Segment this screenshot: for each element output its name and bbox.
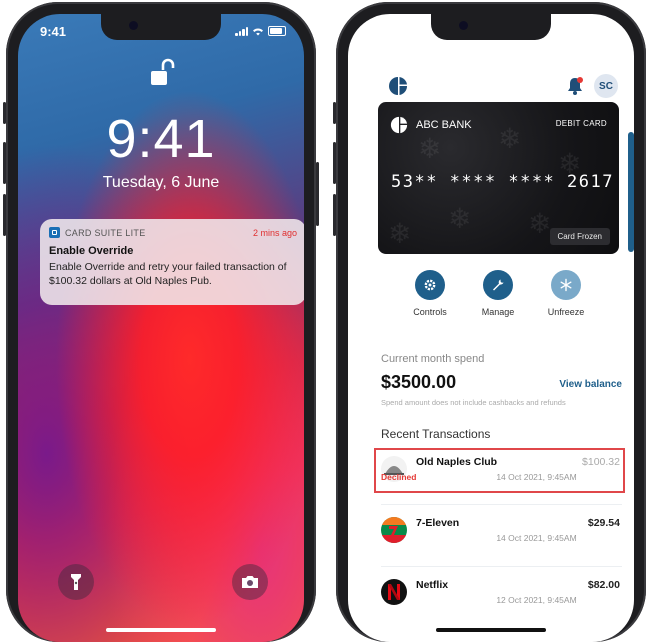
transaction-merchant: Netflix xyxy=(416,579,449,591)
volume-up-button xyxy=(333,142,336,184)
notification-card[interactable]: CARD SUITE LITE 2 mins ago Enable Overri… xyxy=(40,219,304,305)
flashlight-icon xyxy=(71,574,81,590)
battery-icon xyxy=(268,26,286,36)
view-balance-link[interactable]: View balance xyxy=(559,379,622,390)
unfreeze-label: Unfreeze xyxy=(547,307,585,317)
notification-title: Enable Override xyxy=(49,245,134,257)
app-screen: SC ❄ ❄ ❄ ❄ ❄ ❄ ABC BANK DEBIT CARD 53** … xyxy=(348,14,634,642)
transaction-status: Declined xyxy=(381,472,417,482)
volume-down-button xyxy=(333,194,336,236)
home-indicator[interactable] xyxy=(106,628,216,632)
lock-screen-phone: 9:41 9:41 Tuesday, 6 June CARD SUITE LIT… xyxy=(3,2,319,642)
notification-time: 2 mins ago xyxy=(252,227,297,238)
unfreeze-button[interactable]: Unfreeze xyxy=(536,270,596,317)
card-actions: Controls Manage Unfreeze xyxy=(378,270,619,330)
seven-eleven-logo-icon xyxy=(381,517,407,543)
transaction-row[interactable]: Old Naples Club 14 Oct 2021, 9:45AM $100… xyxy=(381,451,622,491)
recent-transactions-title: Recent Transactions xyxy=(381,427,491,441)
divider xyxy=(381,566,622,567)
card-frozen-badge: Card Frozen xyxy=(549,228,610,245)
avatar[interactable]: SC xyxy=(594,74,618,98)
side-button xyxy=(316,162,319,226)
netflix-logo-icon xyxy=(381,579,407,605)
transaction-merchant: Old Naples Club xyxy=(416,456,498,468)
transaction-amount: $100.32 xyxy=(582,456,620,468)
status-time: 9:41 xyxy=(40,24,67,39)
home-indicator[interactable] xyxy=(436,628,546,632)
controls-button[interactable]: Controls xyxy=(400,270,460,317)
transaction-amount: $29.54 xyxy=(587,517,620,529)
spend-amount: $3500.00 xyxy=(381,372,457,392)
status-bar: 9:41 xyxy=(18,22,304,42)
cellular-signal-icon xyxy=(235,27,248,36)
mute-switch xyxy=(3,102,6,124)
gear-icon xyxy=(424,279,436,291)
debit-card[interactable]: ❄ ❄ ❄ ❄ ❄ ❄ ABC BANK DEBIT CARD 53** ***… xyxy=(378,102,619,254)
transaction-merchant: 7-Eleven xyxy=(416,517,460,529)
divider xyxy=(381,504,622,505)
scrollbar[interactable] xyxy=(628,132,634,252)
transaction-row[interactable]: 7-Eleven 14 Oct 2021, 9:45AM $29.54 xyxy=(381,512,622,552)
lock-screen: 9:41 9:41 Tuesday, 6 June CARD SUITE LIT… xyxy=(18,14,304,642)
notification-bell-icon[interactable] xyxy=(566,76,584,96)
manage-label: Manage xyxy=(481,307,515,317)
lock-clock: 9:41 xyxy=(106,109,216,169)
bank-name: ABC BANK xyxy=(416,119,472,131)
transaction-date: 12 Oct 2021, 9:45AM xyxy=(496,595,577,605)
wrench-icon xyxy=(493,279,504,291)
volume-down-button xyxy=(3,194,6,236)
manage-button[interactable]: Manage xyxy=(468,270,528,317)
controls-label: Controls xyxy=(413,307,447,317)
mute-switch xyxy=(333,102,336,124)
camera-button[interactable] xyxy=(232,564,268,600)
wifi-icon xyxy=(253,28,263,36)
card-type: DEBIT CARD xyxy=(555,119,607,128)
notification-body: Enable Override and retry your failed tr… xyxy=(49,261,287,287)
camera-icon xyxy=(242,576,258,588)
snowflake-icon xyxy=(560,278,572,292)
transaction-date: 14 Oct 2021, 9:45AM xyxy=(496,533,577,543)
notch xyxy=(431,14,551,40)
unlocked-lock-icon xyxy=(151,58,175,85)
bank-logo-icon xyxy=(390,116,408,134)
card-number: 53** **** **** 2617 xyxy=(391,172,614,192)
card-suite-app-icon xyxy=(49,227,60,238)
app-screen-phone: SC ❄ ❄ ❄ ❄ ❄ ❄ ABC BANK DEBIT CARD 53** … xyxy=(333,2,646,642)
lock-date: Tuesday, 6 June xyxy=(102,174,220,191)
transaction-row[interactable]: Netflix 12 Oct 2021, 9:45AM $82.00 xyxy=(381,574,622,614)
flashlight-button[interactable] xyxy=(58,564,94,600)
notification-app-name: CARD SUITE LITE xyxy=(65,227,146,238)
volume-up-button xyxy=(3,142,6,184)
card-suite-logo-icon[interactable] xyxy=(388,76,408,96)
transaction-amount: $82.00 xyxy=(587,579,620,591)
spend-note: Spend amount does not include cashbacks … xyxy=(381,398,566,407)
spend-label: Current month spend xyxy=(381,353,485,365)
